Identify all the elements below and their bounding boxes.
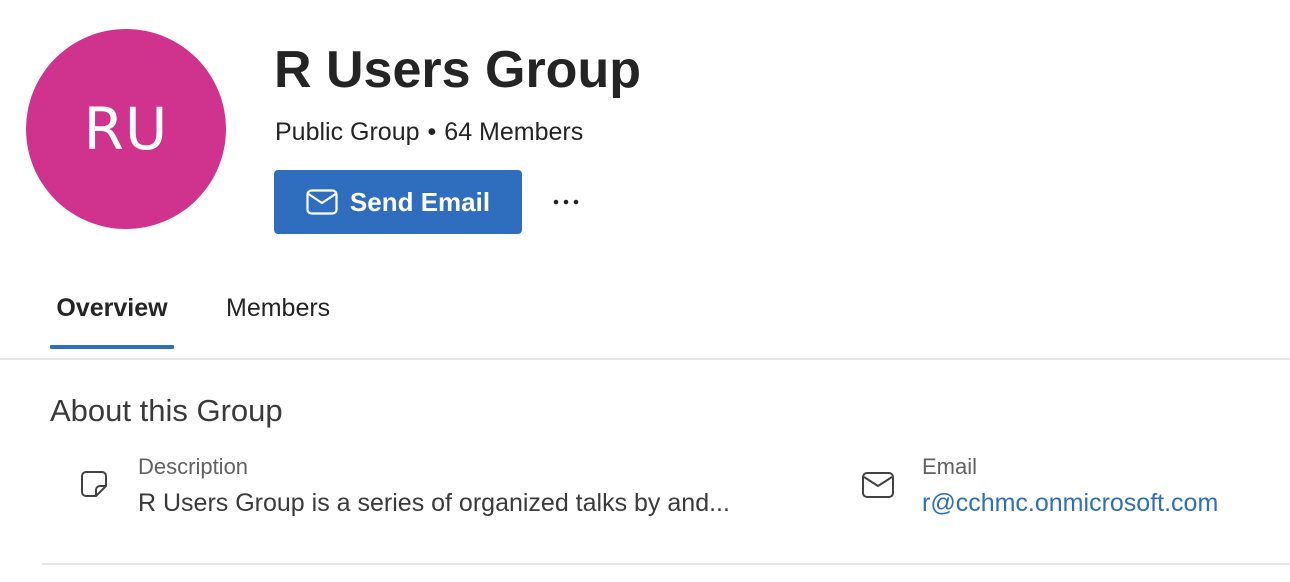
active-tab-indicator xyxy=(50,345,174,349)
tab-overview[interactable]: Overview xyxy=(50,292,174,349)
meta-separator: • xyxy=(427,118,437,146)
page-title: R Users Group xyxy=(274,41,641,99)
email-label: Email xyxy=(922,454,978,479)
mail-icon xyxy=(306,189,338,215)
more-horizontal-icon xyxy=(551,193,581,211)
description-value: R Users Group is a series of organized t… xyxy=(138,489,730,517)
group-privacy: Public Group xyxy=(275,118,420,146)
send-email-button[interactable]: Send Email xyxy=(274,170,522,234)
tab-overview-label: Overview xyxy=(56,294,168,322)
send-email-label: Send Email xyxy=(349,186,491,217)
group-avatar: RU xyxy=(26,29,226,229)
members-count: 64 Members xyxy=(444,118,584,146)
tab-members-label: Members xyxy=(226,294,331,322)
about-section-title: About this Group xyxy=(50,393,283,428)
more-options-button[interactable] xyxy=(546,186,586,218)
email-link[interactable]: r@cchmc.onmicrosoft.com xyxy=(922,487,1218,519)
note-icon xyxy=(78,468,110,500)
tab-bar: Overview Members xyxy=(0,280,1290,360)
group-meta: Public Group • 64 Members xyxy=(275,116,583,148)
tab-members[interactable]: Members xyxy=(226,292,330,324)
description-label: Description xyxy=(138,454,249,479)
mail-icon xyxy=(860,470,896,500)
divider xyxy=(42,563,1290,565)
avatar-initials: RU xyxy=(83,95,169,163)
